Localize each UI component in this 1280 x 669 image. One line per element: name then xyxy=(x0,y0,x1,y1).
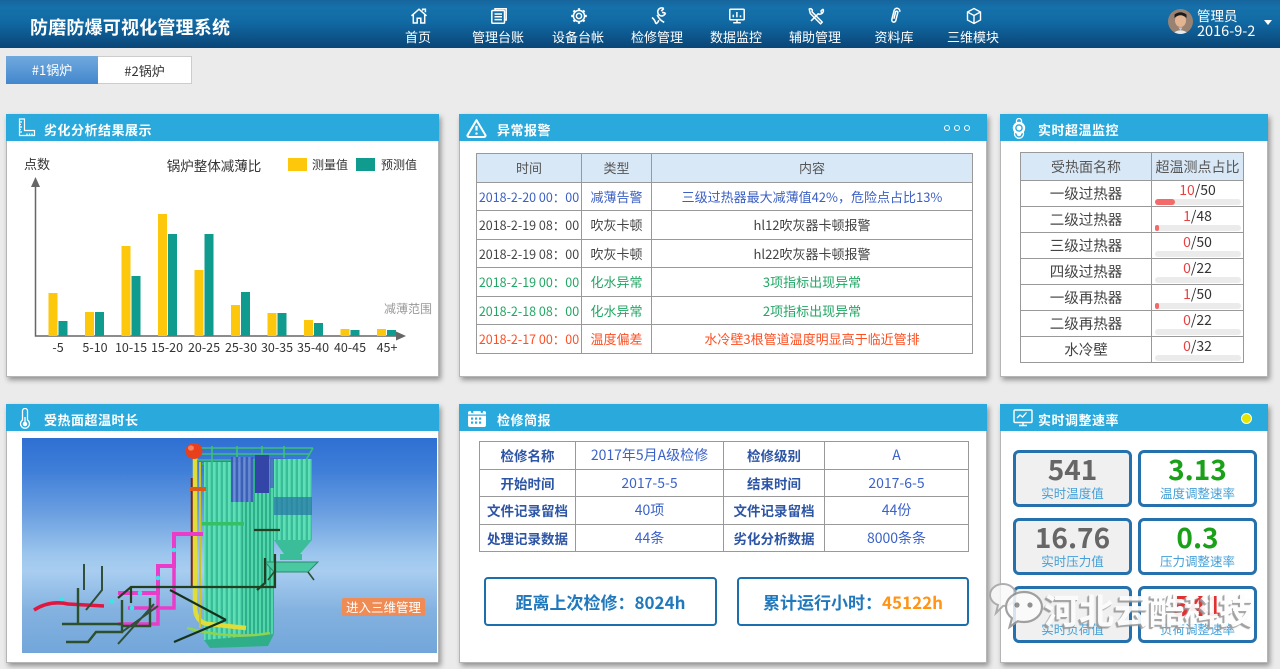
svg-text:5-10: 5-10 xyxy=(82,337,107,356)
svg-text:20-25: 20-25 xyxy=(188,337,220,356)
svg-text:40-45: 40-45 xyxy=(334,337,366,356)
svg-text:30-35: 30-35 xyxy=(261,337,293,356)
svg-text:测量值: 测量值 xyxy=(312,156,348,173)
svg-text:25-30: 25-30 xyxy=(225,337,257,356)
svg-text:预测值: 预测值 xyxy=(381,156,417,173)
svg-text:减薄范围: 减薄范围 xyxy=(384,300,432,317)
svg-text:-5: -5 xyxy=(52,337,63,356)
svg-text:10-15: 10-15 xyxy=(115,337,147,356)
svg-text:河北云酷科技: 河北云酷科技 xyxy=(1044,584,1254,635)
svg-text:点数: 点数 xyxy=(24,154,50,173)
svg-text:锅炉整体减薄比: 锅炉整体减薄比 xyxy=(167,155,262,175)
svg-text:45+: 45+ xyxy=(377,337,398,356)
svg-text:35-40: 35-40 xyxy=(297,337,329,356)
svg-text:15-20: 15-20 xyxy=(151,337,183,356)
